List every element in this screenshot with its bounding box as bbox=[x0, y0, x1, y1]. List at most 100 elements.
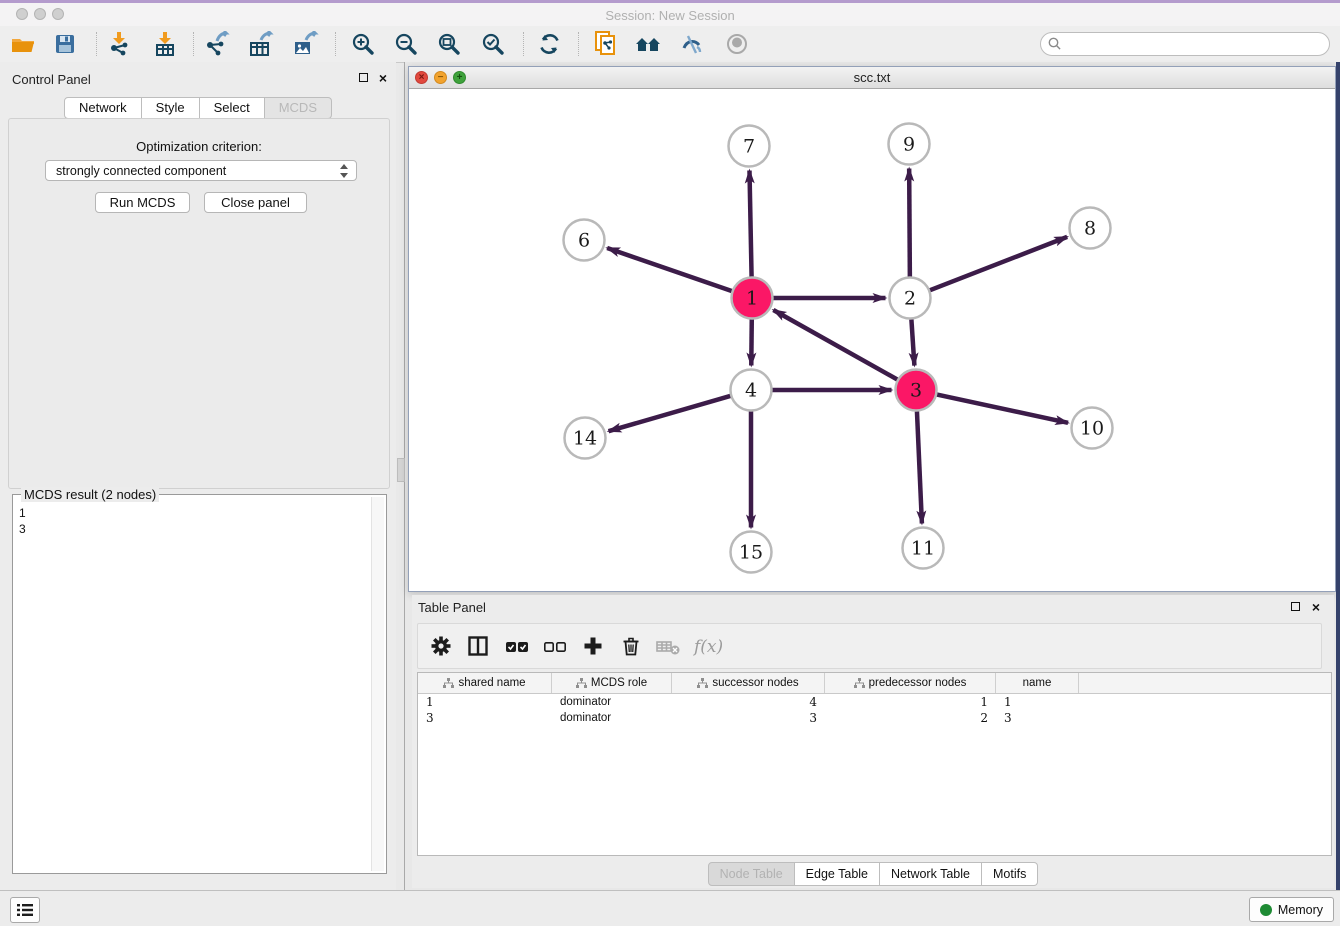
application-window: Session: New Session bbox=[0, 0, 1340, 926]
cell-predecessor-nodes[interactable]: 2 bbox=[825, 710, 996, 726]
cell-name[interactable]: 1 bbox=[996, 694, 1079, 710]
toolbar-separator bbox=[523, 32, 524, 56]
node-table[interactable]: shared nameMCDS rolesuccessor nodesprede… bbox=[417, 672, 1332, 856]
edge-2-8[interactable] bbox=[930, 237, 1067, 290]
toolbar-separator bbox=[193, 32, 194, 56]
session-title: Session: New Session bbox=[0, 8, 1340, 23]
cell-shared-name[interactable]: 1 bbox=[418, 694, 552, 710]
hide-graphics-details-icon[interactable] bbox=[677, 30, 707, 58]
column-header-name[interactable]: name bbox=[996, 673, 1079, 693]
control-panel-tabs: NetworkStyleSelectMCDS bbox=[0, 97, 396, 118]
edge-4-14[interactable] bbox=[609, 396, 731, 431]
node-label-9: 9 bbox=[903, 134, 915, 156]
delete-table-icon bbox=[654, 632, 684, 660]
list-icon bbox=[16, 903, 34, 917]
node-label-3: 3 bbox=[910, 380, 922, 402]
run-mcds-button[interactable]: Run MCDS bbox=[95, 192, 190, 213]
export-image-icon[interactable] bbox=[290, 30, 320, 58]
table-row[interactable]: 3dominator323 bbox=[418, 710, 1331, 726]
cell-shared-name[interactable]: 3 bbox=[418, 710, 552, 726]
column-header-MCDS-role[interactable]: MCDS role bbox=[552, 673, 672, 693]
control-panel-title: Control Panel bbox=[12, 72, 91, 87]
memory-status-icon bbox=[1260, 904, 1272, 916]
task-history-button[interactable] bbox=[10, 897, 40, 923]
node-label-14: 14 bbox=[573, 428, 597, 450]
cell-successor-nodes[interactable]: 3 bbox=[672, 710, 825, 726]
search-box[interactable] bbox=[1040, 32, 1330, 56]
svg-text:f(x): f(x) bbox=[692, 637, 722, 657]
zoom-selected-icon[interactable] bbox=[478, 30, 508, 58]
save-session-icon[interactable] bbox=[50, 30, 80, 58]
tab-style[interactable]: Style bbox=[142, 97, 200, 119]
edge-1-7[interactable] bbox=[749, 170, 751, 276]
cell-successor-nodes[interactable]: 4 bbox=[672, 694, 825, 710]
apply-layout-icon[interactable] bbox=[535, 30, 565, 58]
float-table-panel-icon[interactable] bbox=[1291, 602, 1300, 611]
node-label-11: 11 bbox=[911, 538, 935, 560]
memory-button[interactable]: Memory bbox=[1249, 897, 1334, 922]
node-label-10: 10 bbox=[1080, 418, 1104, 440]
column-header-shared-name[interactable]: shared name bbox=[418, 673, 552, 693]
close-panel-icon[interactable]: × bbox=[379, 73, 387, 84]
table-header-row: shared nameMCDS rolesuccessor nodesprede… bbox=[418, 673, 1331, 694]
mcds-result-box: MCDS result (2 nodes) 1 3 bbox=[12, 494, 387, 874]
export-table-icon[interactable] bbox=[246, 30, 276, 58]
first-neighbors-icon[interactable] bbox=[634, 30, 664, 58]
edge-2-9[interactable] bbox=[909, 168, 910, 276]
criterion-select[interactable]: strongly connected component bbox=[45, 160, 357, 181]
cell-predecessor-nodes[interactable]: 1 bbox=[825, 694, 996, 710]
node-label-6: 6 bbox=[578, 230, 590, 252]
clone-network-icon[interactable] bbox=[590, 30, 620, 58]
close-table-panel-icon[interactable]: × bbox=[1312, 602, 1320, 613]
table-panel-title: Table Panel bbox=[418, 600, 486, 615]
tab-motifs[interactable]: Motifs bbox=[982, 862, 1038, 886]
table-panel: Table Panel × bbox=[412, 595, 1334, 888]
tab-edge-table[interactable]: Edge Table bbox=[795, 862, 880, 886]
tab-network-table[interactable]: Network Table bbox=[880, 862, 982, 886]
column-type-icon bbox=[854, 678, 865, 689]
table-row[interactable]: 1dominator411 bbox=[418, 694, 1331, 710]
column-header-predecessor-nodes[interactable]: predecessor nodes bbox=[825, 673, 996, 693]
close-panel-button[interactable]: Close panel bbox=[204, 192, 307, 213]
deselect-all-checkboxes-icon[interactable] bbox=[540, 632, 570, 660]
cell-MCDS-role[interactable]: dominator bbox=[552, 710, 672, 726]
edge-1-6[interactable] bbox=[607, 248, 732, 291]
network-canvas-svg[interactable]: 1234678910111415 bbox=[409, 88, 1335, 591]
show-columns-icon[interactable] bbox=[463, 632, 493, 660]
export-network-icon[interactable] bbox=[202, 30, 232, 58]
main-toolbar bbox=[0, 26, 1340, 63]
edge-3-10[interactable] bbox=[937, 395, 1068, 423]
network-window: × − + scc.txt 1234678910111415 bbox=[408, 66, 1336, 592]
column-header-successor-nodes[interactable]: successor nodes bbox=[672, 673, 825, 693]
zoom-in-icon[interactable] bbox=[348, 30, 378, 58]
tab-mcds[interactable]: MCDS bbox=[265, 97, 332, 119]
search-icon bbox=[1048, 37, 1062, 51]
search-input[interactable] bbox=[1067, 34, 1321, 54]
tab-node-table[interactable]: Node Table bbox=[708, 862, 795, 886]
edge-3-11[interactable] bbox=[917, 411, 922, 523]
edge-3-1[interactable] bbox=[773, 310, 897, 379]
node-label-4: 4 bbox=[745, 380, 757, 402]
delete-row-icon[interactable] bbox=[616, 632, 646, 660]
tab-select[interactable]: Select bbox=[200, 97, 265, 119]
cell-MCDS-role[interactable]: dominator bbox=[552, 694, 672, 710]
criterion-value: strongly connected component bbox=[56, 164, 226, 178]
toolbar-separator bbox=[335, 32, 336, 56]
mcds-result-text[interactable]: 1 3 bbox=[19, 505, 368, 869]
import-network-icon[interactable] bbox=[104, 30, 134, 58]
select-all-checkboxes-icon[interactable] bbox=[502, 632, 532, 660]
edge-1-4[interactable] bbox=[751, 319, 752, 365]
zoom-out-icon[interactable] bbox=[391, 30, 421, 58]
settings-gear-icon[interactable] bbox=[426, 632, 456, 660]
import-table-icon[interactable] bbox=[150, 30, 180, 58]
float-panel-icon[interactable] bbox=[359, 73, 368, 82]
zoom-fit-icon[interactable] bbox=[434, 30, 464, 58]
split-divider-handle[interactable] bbox=[397, 458, 405, 482]
tab-network[interactable]: Network bbox=[64, 97, 142, 119]
titlebar: Session: New Session bbox=[0, 3, 1340, 27]
open-session-icon[interactable] bbox=[8, 30, 38, 58]
cell-name[interactable]: 3 bbox=[996, 710, 1079, 726]
result-scrollbar[interactable] bbox=[371, 497, 384, 871]
add-row-icon[interactable] bbox=[578, 632, 608, 660]
edge-2-3[interactable] bbox=[911, 319, 914, 365]
